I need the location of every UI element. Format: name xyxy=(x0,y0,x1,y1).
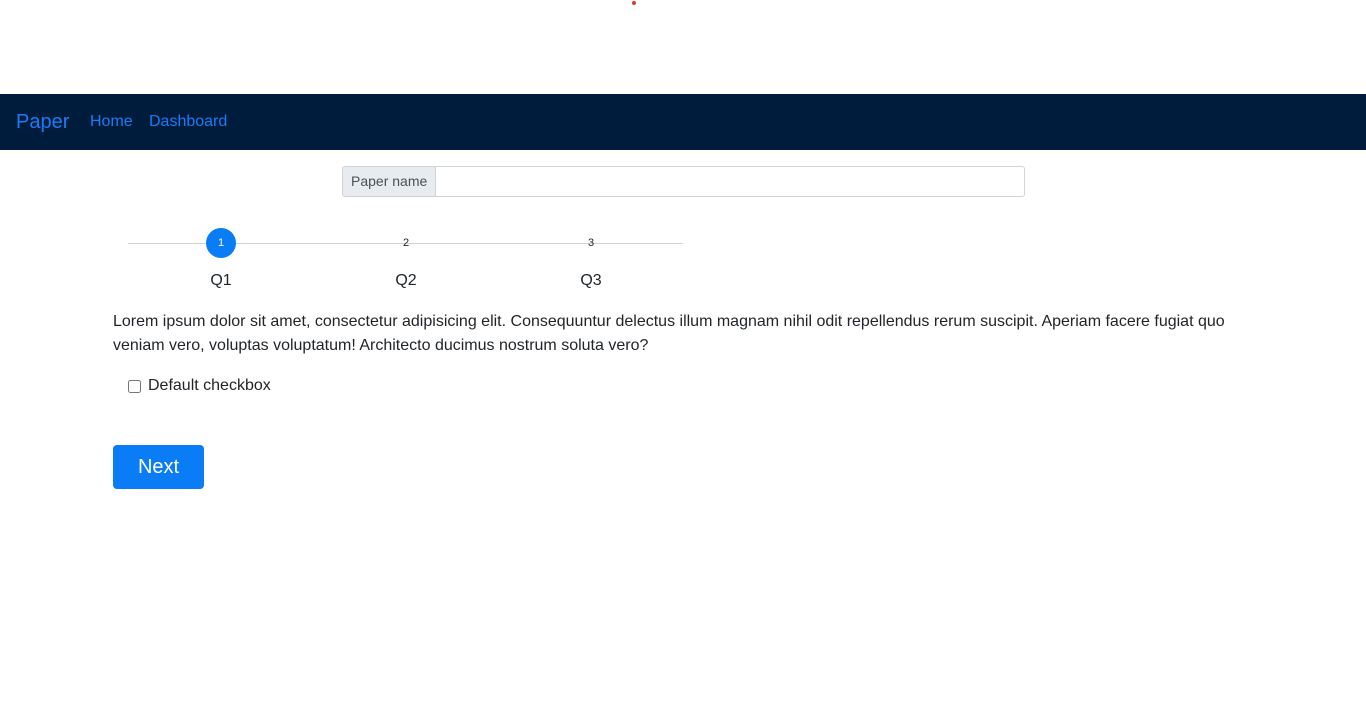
default-checkbox-row: Default checkbox xyxy=(128,376,271,396)
step-circle-1: 1 xyxy=(206,228,236,258)
default-checkbox-label[interactable]: Default checkbox xyxy=(148,376,271,396)
brand-link[interactable]: Paper xyxy=(16,109,69,135)
step-circle-3: 3 xyxy=(587,237,595,249)
paper-name-group: Paper name xyxy=(342,166,1025,197)
step-label-q2: Q2 xyxy=(395,272,417,289)
indicator-dot xyxy=(632,1,636,5)
step-circle-2: 2 xyxy=(402,237,410,249)
next-button[interactable]: Next xyxy=(113,445,204,489)
navbar: Paper Home Dashboard xyxy=(0,94,1366,150)
paper-name-label: Paper name xyxy=(342,166,437,197)
question-stepper: 1 Q1 2 Q2 3 Q3 xyxy=(128,228,683,298)
nav-link-dashboard[interactable]: Dashboard xyxy=(149,112,227,132)
paper-name-input[interactable] xyxy=(436,166,1025,197)
step-label-q3: Q3 xyxy=(580,272,602,289)
step-q1[interactable]: 1 Q1 xyxy=(191,228,251,290)
step-label-q1: Q1 xyxy=(210,272,232,289)
question-text: Lorem ipsum dolor sit amet, consectetur … xyxy=(113,313,1225,354)
nav-link-home[interactable]: Home xyxy=(90,112,133,132)
step-q2[interactable]: 2 Q2 xyxy=(376,228,436,290)
default-checkbox[interactable] xyxy=(128,379,141,393)
step-q3[interactable]: 3 Q3 xyxy=(561,228,621,290)
